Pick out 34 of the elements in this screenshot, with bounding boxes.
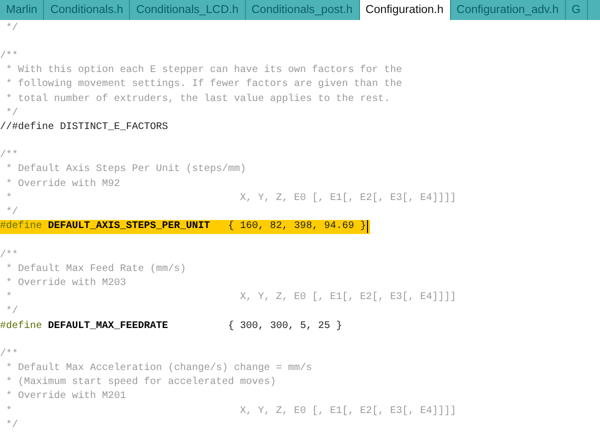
file-tab[interactable]: Configuration.h [360,0,451,20]
code-comment: */ [5,306,18,318]
code-comment: /** [0,348,18,360]
code-comment: * X, Y, Z, E0 [, E1[, E2[, E3[, E4]]]] [5,192,456,204]
code-comment: /** [0,250,18,261]
code-identifier: DEFAULT_AXIS_STEPS_PER_UNIT [47,221,210,232]
code-comment: * Override with M92 [5,178,120,190]
code-comment: * (Maximum start speed for accelerated moves) [5,377,276,388]
file-tab[interactable]: Configuration_adv.h [450,0,566,20]
file-tab[interactable]: G [566,0,588,20]
code-keyword: #define [0,221,42,232]
code-text: //#define DISTINCT_E_FACTORS [0,122,168,133]
code-comment: * Override with M203 [5,278,126,289]
code-comment: * Default Max Acceleration (change/s) change = mm/s [5,363,312,374]
code-comment: */ [5,207,18,218]
code-comment: * Override with M201 [5,391,126,402]
code-comment: * following movement settings. If fewer factors are given than the [5,79,402,90]
code-comment: * Default Max Feed Rate (mm/s) [5,264,186,275]
code-comment: * X, Y, Z, E0 [, E1[, E2[, E3[, E4]]]] [5,292,456,304]
code-comment: */ [5,420,18,431]
file-tab[interactable]: Conditionals_post.h [246,0,360,20]
code-comment: */ [5,108,18,119]
code-comment: * X, Y, Z, E0 [, E1[, E2[, E3[, E4]]]] [5,406,456,417]
code-comment: * total number of extruders, the last value applies to the rest. [5,94,390,105]
text-cursor [367,220,368,234]
code-comment: * Default Axis Steps Per Unit (steps/mm) [5,164,246,176]
code-identifier: DEFAULT_MAX_FEEDRATE [47,320,168,332]
code-comment: * With this option each E stepper can have its own factors for the [5,65,402,76]
code-comment: /** [0,150,18,162]
code-comment: /** [0,50,18,62]
code-comment: */ [5,22,18,34]
code-text: { 300, 300, 5, 25 } [227,320,342,332]
code-text: { 160, 82, 398, 94.69 } [227,221,366,232]
code-keyword: #define [0,320,42,332]
